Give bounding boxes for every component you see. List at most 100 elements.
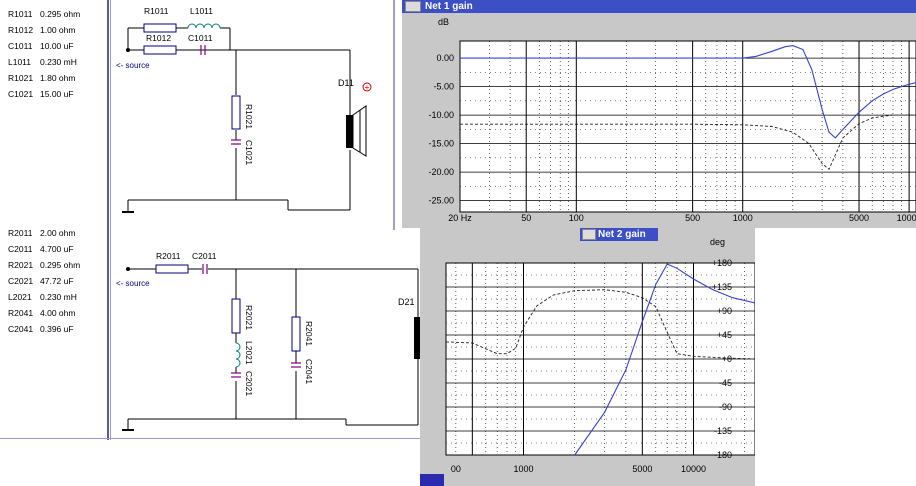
component-row[interactable]: C2011 4.700 uF [8, 244, 74, 254]
component-value: 0.396 uF [40, 324, 74, 334]
component-row[interactable]: R1012 1.00 ohm [8, 25, 75, 35]
y-tick-label: -135 [714, 426, 732, 436]
label-r2021: R2021 [244, 305, 254, 330]
source-terminal[interactable] [126, 267, 130, 271]
y-tick-label: -10.00 [428, 110, 454, 120]
net1-gain-titlebar[interactable]: Net 1 gain [402, 0, 916, 13]
component-row[interactable]: C1011 10.00 uF [8, 41, 74, 51]
component-row[interactable]: R2021 0.295 ohm [8, 260, 80, 270]
net1-schematic: + R1011 L1011 R1012 C1011 R1021 C1021 D1… [116, 6, 372, 213]
component-name: R2011 [8, 228, 33, 238]
net2-gain-chart: +180+135+90+45+0-45-90-135-18000 1000 5000… [445, 237, 755, 474]
y-tick-label: +0 [722, 354, 732, 364]
component-value: 2.00 ohm [40, 228, 76, 238]
inductor-l1011[interactable] [187, 23, 221, 29]
source-label: <- source [116, 61, 150, 70]
net2-schematic: + R2011 C2011 R2021 L2021 C2021 R2041 C2… [116, 251, 430, 431]
component-row[interactable]: C2021 47.72 uF [8, 276, 74, 286]
label-l2021: L2021 [244, 341, 254, 365]
x-tick-label: 100 [569, 213, 584, 223]
component-value: 15.00 uF [40, 89, 74, 99]
component-name: C1021 [8, 89, 34, 99]
y-tick-label: +90 [717, 306, 732, 316]
resistor-r2021[interactable] [231, 298, 241, 334]
y-axis-title: dB [438, 17, 449, 27]
component-name: C1011 [8, 41, 33, 51]
label-c2011: C2011 [192, 251, 217, 261]
component-name: L1011 [8, 57, 32, 67]
component-name: C2021 [8, 276, 34, 286]
component-name: R1012 [8, 25, 34, 35]
component-value: 47.72 uF [40, 276, 74, 286]
source-label: <- source [116, 279, 150, 288]
x-tick-label: 5000 [849, 213, 869, 223]
x-tick-label: 1000 [513, 464, 533, 474]
y-tick-label: -180 [714, 450, 732, 460]
y-tick-label: +180 [712, 258, 732, 268]
x-tick-label: 20 Hz [448, 213, 472, 223]
component-row[interactable]: R1021 1.80 ohm [8, 73, 75, 83]
y-tick-label: -25.00 [428, 196, 454, 206]
resistor-r1021[interactable] [231, 95, 241, 130]
component-value: 0.295 ohm [40, 9, 81, 19]
label-r1012: R1012 [146, 33, 171, 43]
component-name: C2011 [8, 244, 33, 254]
inductor-l2021[interactable] [235, 342, 241, 368]
label-r2011: R2011 [156, 251, 181, 261]
component-value: 0.230 mH [40, 57, 77, 67]
component-row[interactable]: L2021 0.230 mH [8, 292, 77, 302]
component-row[interactable]: C1021 15.00 uF [8, 89, 74, 99]
x-tick-label: 10000 [897, 213, 916, 223]
label-d21: D21 [398, 297, 415, 307]
y-tick-label: +45 [717, 330, 732, 340]
y-tick-label: -15.00 [428, 139, 454, 149]
component-row[interactable]: R2041 4.00 ohm [8, 308, 75, 318]
y-axis-title: deg [710, 237, 725, 247]
label-r2041: R2041 [304, 321, 314, 346]
label-c2021: C2021 [244, 371, 254, 396]
source-terminal[interactable] [126, 48, 130, 52]
speaker-d11[interactable] [346, 105, 367, 157]
component-name: R2041 [8, 308, 34, 318]
net2-gain-window[interactable]: Net 2 gain +180 +135 +90 +45 +0 -45 -90 -135 -18… [420, 228, 755, 486]
plot-area [459, 40, 916, 213]
capacitor-c2011[interactable] [202, 264, 208, 274]
label-r1011: R1011 [144, 6, 169, 16]
label-r1021: R1021 [244, 104, 254, 129]
capacitor-c2041[interactable] [291, 362, 301, 368]
x-tick-label: 00 [451, 464, 461, 474]
resistor-r1012[interactable] [143, 45, 177, 55]
component-name: R2021 [8, 260, 34, 270]
component-row[interactable]: C2041 0.396 uF [8, 324, 74, 334]
component-row[interactable]: R1011 0.295 ohm [8, 9, 80, 19]
x-tick-label: 10000 [681, 464, 706, 474]
resistor-r2011[interactable] [155, 264, 189, 274]
desktop-strip [755, 228, 916, 486]
label-c1011: C1011 [188, 33, 213, 43]
net1-gain-window[interactable]: Net 1 gain 0.00 -5.00 -10.00 -15.00 -20.00 -2… [402, 0, 916, 228]
resistor-r1011[interactable] [143, 23, 177, 33]
net1-gain-title: Net 1 gain [425, 1, 473, 12]
component-name: R1011 [8, 9, 33, 19]
component-value: 10.00 uF [40, 41, 74, 51]
component-value: 1.80 ohm [40, 73, 76, 83]
y-tick-label: -45 [719, 378, 732, 388]
y-tick-label: -20.00 [428, 167, 454, 177]
component-row[interactable]: R2011 2.00 ohm [8, 228, 75, 238]
label-l1011: L1011 [190, 6, 213, 16]
capacitor-c2021[interactable] [231, 372, 241, 378]
component-name: R1021 [8, 73, 34, 83]
component-value: 4.00 ohm [40, 308, 76, 318]
capacitor-c1021[interactable] [231, 139, 241, 145]
component-row[interactable]: L1011 0.230 mH [8, 57, 77, 67]
component-value: 0.295 ohm [40, 260, 81, 270]
net1-gain-chart: 0.00 -5.00 -10.00 -15.00 -20.00 -25.00 20 Hz 50… [428, 17, 916, 223]
y-tick-label: -5.00 [433, 82, 454, 92]
component-value: 0.230 mH [40, 292, 77, 302]
resistor-r2041[interactable] [291, 316, 301, 352]
label-c1021: C1021 [244, 140, 254, 165]
label-c2041: C2041 [304, 359, 314, 384]
y-tick-label: -90 [719, 402, 732, 412]
net1-component-list: R1011 0.295 ohm R1012 1.00 ohm C1011 10.00 uF… [0, 0, 110, 225]
window-icon[interactable] [405, 0, 421, 12]
